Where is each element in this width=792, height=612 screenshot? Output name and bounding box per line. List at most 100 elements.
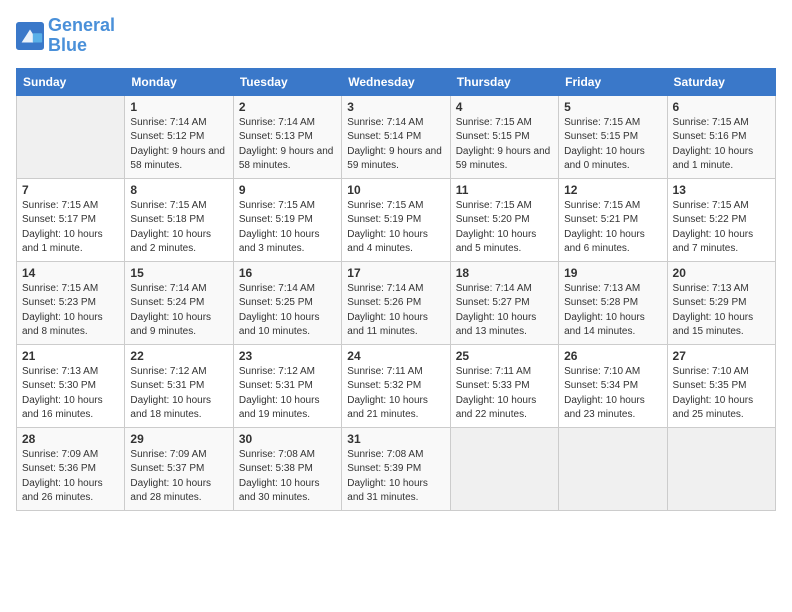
day-number: 25 (456, 349, 553, 363)
calendar-cell: 22 Sunrise: 7:12 AMSunset: 5:31 PMDayligh… (125, 344, 233, 427)
day-info: Sunrise: 7:15 AMSunset: 5:15 PMDaylight:… (564, 116, 661, 174)
page-header: General Blue (16, 16, 776, 56)
calendar-cell: 26 Sunrise: 7:10 AMSunset: 5:34 PMDayligh… (559, 344, 667, 427)
calendar-cell: 23Sunrise: 7:12 AMSunset: 5:31 PMDayligh… (233, 344, 341, 427)
day-info: Sunrise: 7:14 AMSunset: 5:27 PMDaylight:… (456, 282, 553, 340)
day-info: Sunrise: 7:14 AMSunset: 5:26 PMDaylight:… (347, 282, 444, 340)
day-number: 22 (130, 349, 227, 363)
calendar-cell: 1 Sunrise: 7:14 AMSunset: 5:12 PMDaylight… (125, 95, 233, 178)
day-number: 11 (456, 183, 553, 197)
logo-icon (16, 22, 44, 50)
day-info: Sunrise: 7:11 AMSunset: 5:32 PMDaylight:… (347, 365, 444, 423)
day-info: Sunrise: 7:13 AMSunset: 5:28 PMDaylight:… (564, 282, 661, 340)
logo-text: General Blue (48, 16, 115, 56)
weekday-header-thursday: Thursday (450, 68, 558, 95)
day-number: 6 (673, 100, 770, 114)
calendar-table: SundayMondayTuesdayWednesdayThursdayFrid… (16, 68, 776, 511)
day-number: 10 (347, 183, 444, 197)
calendar-cell (667, 427, 775, 510)
calendar-cell: 5Sunrise: 7:15 AMSunset: 5:15 PMDaylight… (559, 95, 667, 178)
day-number: 9 (239, 183, 336, 197)
day-number: 8 (130, 183, 227, 197)
day-info: Sunrise: 7:14 AMSunset: 5:25 PMDaylight:… (239, 282, 336, 340)
day-number: 31 (347, 432, 444, 446)
calendar-cell: 8 Sunrise: 7:15 AMSunset: 5:18 PMDaylight… (125, 178, 233, 261)
day-info: Sunrise: 7:12 AMSunset: 5:31 PMDaylight:… (130, 365, 227, 423)
calendar-cell (450, 427, 558, 510)
calendar-cell: 19 Sunrise: 7:13 AMSunset: 5:28 PMDayligh… (559, 261, 667, 344)
day-info: Sunrise: 7:12 AMSunset: 5:31 PMDaylight:… (239, 365, 336, 423)
calendar-cell: 2 Sunrise: 7:14 AMSunset: 5:13 PMDaylight… (233, 95, 341, 178)
day-number: 28 (22, 432, 119, 446)
day-number: 12 (564, 183, 661, 197)
day-info: Sunrise: 7:15 AMSunset: 5:23 PMDaylight:… (22, 282, 119, 340)
calendar-cell: 4Sunrise: 7:15 AMSunset: 5:15 PMDaylight… (450, 95, 558, 178)
day-info: Sunrise: 7:10 AMSunset: 5:34 PMDaylight:… (564, 365, 661, 423)
day-info: Sunrise: 7:15 AMSunset: 5:22 PMDaylight:… (673, 199, 770, 257)
day-number: 14 (22, 266, 119, 280)
calendar-cell: 21 Sunrise: 7:13 AMSunset: 5:30 PMDayligh… (17, 344, 125, 427)
week-row-3: 14 Sunrise: 7:15 AMSunset: 5:23 PMDayligh… (17, 261, 776, 344)
week-row-2: 7Sunrise: 7:15 AMSunset: 5:17 PMDaylight… (17, 178, 776, 261)
day-info: Sunrise: 7:08 AMSunset: 5:39 PMDaylight:… (347, 448, 444, 506)
calendar-cell: 25 Sunrise: 7:11 AMSunset: 5:33 PMDayligh… (450, 344, 558, 427)
calendar-cell: 20 Sunrise: 7:13 AMSunset: 5:29 PMDayligh… (667, 261, 775, 344)
day-number: 15 (130, 266, 227, 280)
logo: General Blue (16, 16, 115, 56)
day-number: 3 (347, 100, 444, 114)
day-info: Sunrise: 7:15 AMSunset: 5:15 PMDaylight:… (456, 116, 553, 174)
calendar-cell: 31 Sunrise: 7:08 AMSunset: 5:39 PMDayligh… (342, 427, 450, 510)
calendar-cell: 24Sunrise: 7:11 AMSunset: 5:32 PMDayligh… (342, 344, 450, 427)
day-number: 26 (564, 349, 661, 363)
day-info: Sunrise: 7:14 AMSunset: 5:14 PMDaylight:… (347, 116, 444, 174)
day-info: Sunrise: 7:15 AMSunset: 5:20 PMDaylight:… (456, 199, 553, 257)
day-number: 2 (239, 100, 336, 114)
day-info: Sunrise: 7:15 AMSunset: 5:18 PMDaylight:… (130, 199, 227, 257)
calendar-cell: 11 Sunrise: 7:15 AMSunset: 5:20 PMDayligh… (450, 178, 558, 261)
day-info: Sunrise: 7:15 AMSunset: 5:19 PMDaylight:… (347, 199, 444, 257)
calendar-cell: 15Sunrise: 7:14 AMSunset: 5:24 PMDayligh… (125, 261, 233, 344)
day-number: 27 (673, 349, 770, 363)
weekday-header-monday: Monday (125, 68, 233, 95)
calendar-cell: 18Sunrise: 7:14 AMSunset: 5:27 PMDayligh… (450, 261, 558, 344)
calendar-cell (17, 95, 125, 178)
calendar-cell: 6Sunrise: 7:15 AMSunset: 5:16 PMDaylight… (667, 95, 775, 178)
day-info: Sunrise: 7:13 AMSunset: 5:30 PMDaylight:… (22, 365, 119, 423)
calendar-cell: 14 Sunrise: 7:15 AMSunset: 5:23 PMDayligh… (17, 261, 125, 344)
day-info: Sunrise: 7:14 AMSunset: 5:12 PMDaylight:… (130, 116, 227, 174)
day-info: Sunrise: 7:13 AMSunset: 5:29 PMDaylight:… (673, 282, 770, 340)
day-info: Sunrise: 7:10 AMSunset: 5:35 PMDaylight:… (673, 365, 770, 423)
calendar-cell: 12Sunrise: 7:15 AMSunset: 5:21 PMDayligh… (559, 178, 667, 261)
day-number: 13 (673, 183, 770, 197)
calendar-cell: 9 Sunrise: 7:15 AMSunset: 5:19 PMDaylight… (233, 178, 341, 261)
weekday-header-wednesday: Wednesday (342, 68, 450, 95)
calendar-cell: 29 Sunrise: 7:09 AMSunset: 5:37 PMDayligh… (125, 427, 233, 510)
day-info: Sunrise: 7:09 AMSunset: 5:36 PMDaylight:… (22, 448, 119, 506)
weekday-header-friday: Friday (559, 68, 667, 95)
day-number: 17 (347, 266, 444, 280)
calendar-cell: 28 Sunrise: 7:09 AMSunset: 5:36 PMDayligh… (17, 427, 125, 510)
weekday-header-sunday: Sunday (17, 68, 125, 95)
day-number: 7 (22, 183, 119, 197)
calendar-cell: 13 Sunrise: 7:15 AMSunset: 5:22 PMDayligh… (667, 178, 775, 261)
weekday-header-tuesday: Tuesday (233, 68, 341, 95)
day-number: 21 (22, 349, 119, 363)
day-number: 30 (239, 432, 336, 446)
weekday-header-row: SundayMondayTuesdayWednesdayThursdayFrid… (17, 68, 776, 95)
day-number: 20 (673, 266, 770, 280)
weekday-header-saturday: Saturday (667, 68, 775, 95)
day-number: 1 (130, 100, 227, 114)
day-number: 29 (130, 432, 227, 446)
day-number: 16 (239, 266, 336, 280)
day-info: Sunrise: 7:09 AMSunset: 5:37 PMDaylight:… (130, 448, 227, 506)
calendar-cell: 16 Sunrise: 7:14 AMSunset: 5:25 PMDayligh… (233, 261, 341, 344)
day-info: Sunrise: 7:11 AMSunset: 5:33 PMDaylight:… (456, 365, 553, 423)
calendar-cell: 30 Sunrise: 7:08 AMSunset: 5:38 PMDayligh… (233, 427, 341, 510)
day-info: Sunrise: 7:08 AMSunset: 5:38 PMDaylight:… (239, 448, 336, 506)
day-info: Sunrise: 7:15 AMSunset: 5:19 PMDaylight:… (239, 199, 336, 257)
week-row-1: 1 Sunrise: 7:14 AMSunset: 5:12 PMDaylight… (17, 95, 776, 178)
day-info: Sunrise: 7:14 AMSunset: 5:13 PMDaylight:… (239, 116, 336, 174)
calendar-cell: 7Sunrise: 7:15 AMSunset: 5:17 PMDaylight… (17, 178, 125, 261)
calendar-cell: 3 Sunrise: 7:14 AMSunset: 5:14 PMDaylight… (342, 95, 450, 178)
day-number: 19 (564, 266, 661, 280)
